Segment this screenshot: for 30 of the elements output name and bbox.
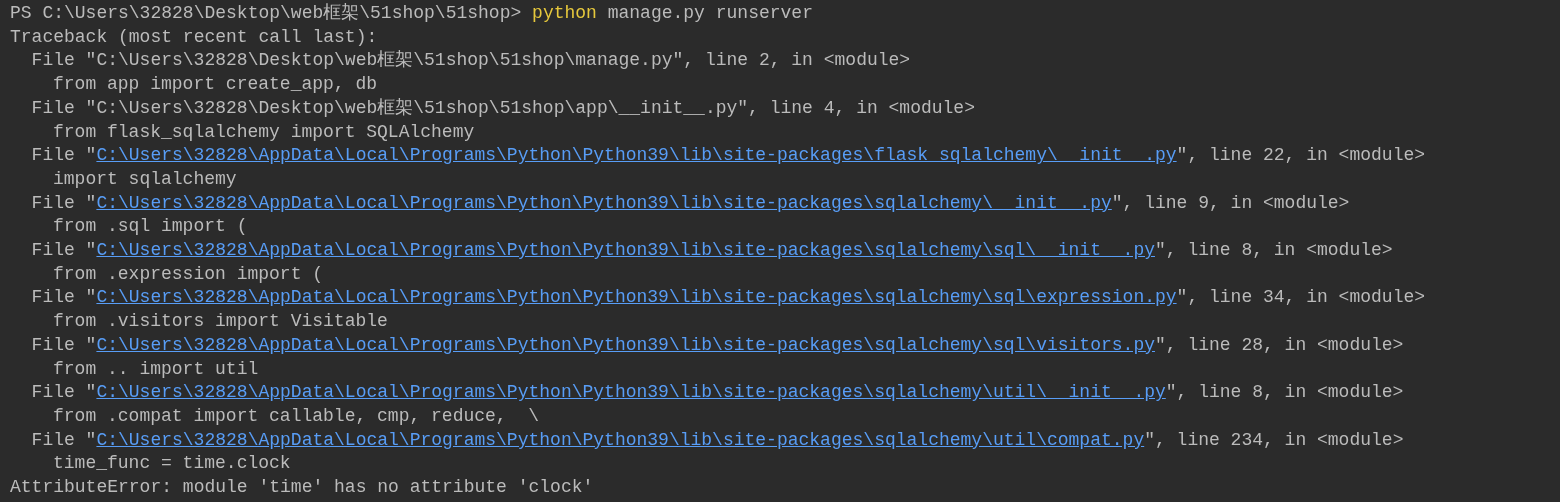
source-line: from .visitors import Visitable <box>53 311 388 332</box>
file-link[interactable]: C:\Users\32828\AppData\Local\Programs\Python\Python39\lib\site-packages\sqlalchemy\util\compat.py <box>96 429 1145 450</box>
file-link[interactable]: C:\Users\32828\AppData\Local\Programs\Python\Python39\lib\site-packages\sqlalchemy\sql\expression.py <box>96 287 1177 308</box>
traceback-frame: File "C:\Users\32828\AppData\Local\Programs\Python\Python39\lib\site-packages\sqlalchemy\util\__init__.py", line 8, in <module> <box>31 382 1404 403</box>
output-line: AttributeError: module 'time' has no attribute 'clock' <box>10 477 594 498</box>
source-line: from .compat import callable, cmp, reduce, \ <box>53 405 540 426</box>
source-line: from .. import util <box>53 358 259 379</box>
file-link[interactable]: C:\Users\32828\AppData\Local\Programs\Python\Python39\lib\site-packages\sqlalchemy\util\__init__.py <box>96 382 1166 403</box>
traceback-frame: File "C:\Users\32828\AppData\Local\Programs\Python\Python39\lib\site-packages\sqlalchemy\__init__.py", line 9, in <module> <box>31 192 1350 213</box>
traceback-frame: File "C:\Users\32828\AppData\Local\Programs\Python\Python39\lib\site-packages\sqlalchemy\sql\visitors.py", line 28, in <module> <box>31 334 1404 355</box>
traceback-frame: File "C:\Users\32828\AppData\Local\Programs\Python\Python39\lib\site-packages\sqlalchemy\util\compat.py", line 234, in <module> <box>31 429 1404 450</box>
traceback-frame: File "C:\Users\32828\Desktop\web框架\51shop\51shop\manage.py", line 2, in <module> <box>31 50 911 71</box>
source-line: import sqlalchemy <box>53 168 237 189</box>
command-arguments: manage.py runserver <box>606 3 813 23</box>
source-line: from .expression import ( <box>53 263 324 284</box>
output-line: Traceback (most recent call last): <box>10 26 378 47</box>
source-line: time_func = time.clock <box>53 453 291 474</box>
file-link[interactable]: C:\Users\32828\AppData\Local\Programs\Python\Python39\lib\site-packages\sqlalchemy\__init__.py <box>96 192 1112 213</box>
traceback-frame: File "C:\Users\32828\AppData\Local\Programs\Python\Python39\lib\site-packages\sqlalchemy\sql\__init__.py", line 8, in <module> <box>31 240 1393 261</box>
command-name: python <box>532 3 597 23</box>
traceback-frame: File "C:\Users\32828\AppData\Local\Programs\Python\Python39\lib\site-packages\sqlalchemy\sql\expression.py", line 34, in <module> <box>31 287 1426 308</box>
source-line: from app import create_app, db <box>53 74 378 95</box>
traceback-frame: File "C:\Users\32828\Desktop\web框架\51shop\51shop\app\__init__.py", line 4, in <module> <box>31 97 975 118</box>
file-link[interactable]: C:\Users\32828\AppData\Local\Programs\Python\Python39\lib\site-packages\flask_sqlalchemy\__init__.py <box>96 145 1177 166</box>
source-line: from flask_sqlalchemy import SQLAlchemy <box>53 121 475 142</box>
shell-prompt: PS C:\Users\32828\Desktop\web框架\51shop\51shop> <box>10 3 522 23</box>
source-line: from .sql import ( <box>53 216 248 237</box>
file-link[interactable]: C:\Users\32828\AppData\Local\Programs\Python\Python39\lib\site-packages\sqlalchemy\sql\__init__.py <box>96 240 1155 261</box>
file-link[interactable]: C:\Users\32828\AppData\Local\Programs\Python\Python39\lib\site-packages\sqlalchemy\sql\visitors.py <box>96 334 1155 355</box>
traceback-frame: File "C:\Users\32828\AppData\Local\Programs\Python\Python39\lib\site-packages\flask_sqlalchemy\__init__.py", line 22, in <module> <box>31 145 1426 166</box>
